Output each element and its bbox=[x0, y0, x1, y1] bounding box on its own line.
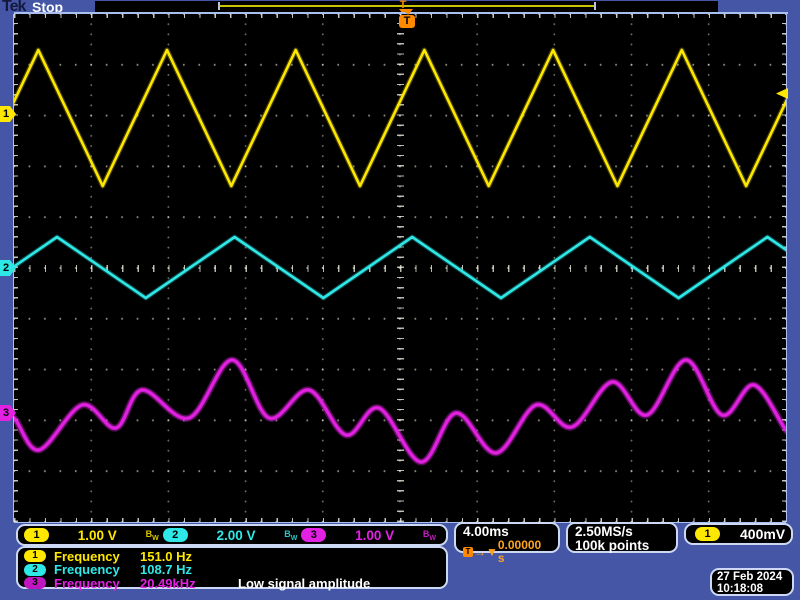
oscilloscope-screen: Tek Stop T T 1 2 3 1 1.00 V BW 2 2.00 V … bbox=[0, 0, 800, 600]
graticule-display bbox=[14, 14, 786, 522]
record-length: 100k points bbox=[575, 538, 650, 553]
date-value: 27 Feb 2024 bbox=[717, 571, 783, 583]
channel2-readout[interactable]: 2 2.00 V BW bbox=[162, 527, 302, 543]
time-per-division: 4.00ms bbox=[463, 524, 509, 539]
measurement3-channel-badge: 3 bbox=[24, 577, 46, 589]
time-value: 10:18:08 bbox=[717, 583, 764, 595]
waveform-canvas bbox=[14, 47, 786, 466]
measurement3-name: Frequency bbox=[54, 575, 120, 591]
trigger-source-badge: 1 bbox=[695, 527, 720, 541]
channel3-scale: 1.00 V bbox=[355, 527, 395, 543]
datetime-readout[interactable]: 27 Feb 2024 10:18:08 bbox=[710, 568, 794, 596]
trigger-arrows-icon: →▼ bbox=[473, 544, 498, 559]
channel1-readout[interactable]: 1 1.00 V BW bbox=[24, 528, 163, 543]
measurement3-note: Low signal amplitude bbox=[238, 575, 371, 591]
channel2-scale: 2.00 V bbox=[216, 527, 256, 543]
measurement-readout-box[interactable]: 1 Frequency 151.0 Hz 2 Frequency 108.7 H… bbox=[16, 546, 448, 591]
trigger-t-icon: T bbox=[463, 547, 473, 557]
trigger-readout[interactable]: 1 400mV bbox=[684, 523, 793, 545]
trigger-position-flag[interactable]: T bbox=[399, 15, 415, 28]
measurement-row-2: 2 Frequency 108.7 Hz bbox=[24, 562, 440, 577]
trigger-position-value: 0.00000 s bbox=[497, 538, 542, 565]
channel3-readout[interactable]: 3 1.00 V BW bbox=[301, 528, 440, 543]
horizontal-readout[interactable]: 4.00ms T →▼ 0.00000 s bbox=[454, 522, 560, 565]
sample-rate: 2.50MS/s bbox=[575, 524, 633, 539]
trigger-level-value: 400mV bbox=[740, 526, 786, 542]
trigger-position-readout: T →▼ 0.00000 s bbox=[463, 539, 551, 565]
channel3-bandwidth-icon: BW bbox=[422, 528, 437, 542]
measurement1-channel-badge: 1 bbox=[24, 550, 46, 562]
channel1-badge: 1 bbox=[24, 528, 49, 542]
channel3-badge: 3 bbox=[301, 528, 327, 542]
measurement3-value: 20.49kHz bbox=[140, 575, 196, 591]
channel2-bandwidth-icon: BW bbox=[284, 528, 298, 542]
measurement2-channel-badge: 2 bbox=[24, 563, 46, 576]
channel-scale-readout-bar[interactable]: 1 1.00 V BW 2 2.00 V BW 3 1.00 V BW bbox=[16, 524, 448, 546]
channel2-badge: 2 bbox=[162, 528, 188, 542]
measurement-row-3: 3 Frequency 20.49kHz Low signal amplitud… bbox=[24, 575, 440, 591]
acquisition-readout[interactable]: 2.50MS/s 100k points bbox=[566, 522, 678, 553]
channel1-scale: 1.00 V bbox=[77, 527, 117, 543]
measurement-row-1: 1 Frequency 151.0 Hz bbox=[24, 549, 440, 564]
channel1-bandwidth-icon: BW bbox=[145, 528, 159, 542]
